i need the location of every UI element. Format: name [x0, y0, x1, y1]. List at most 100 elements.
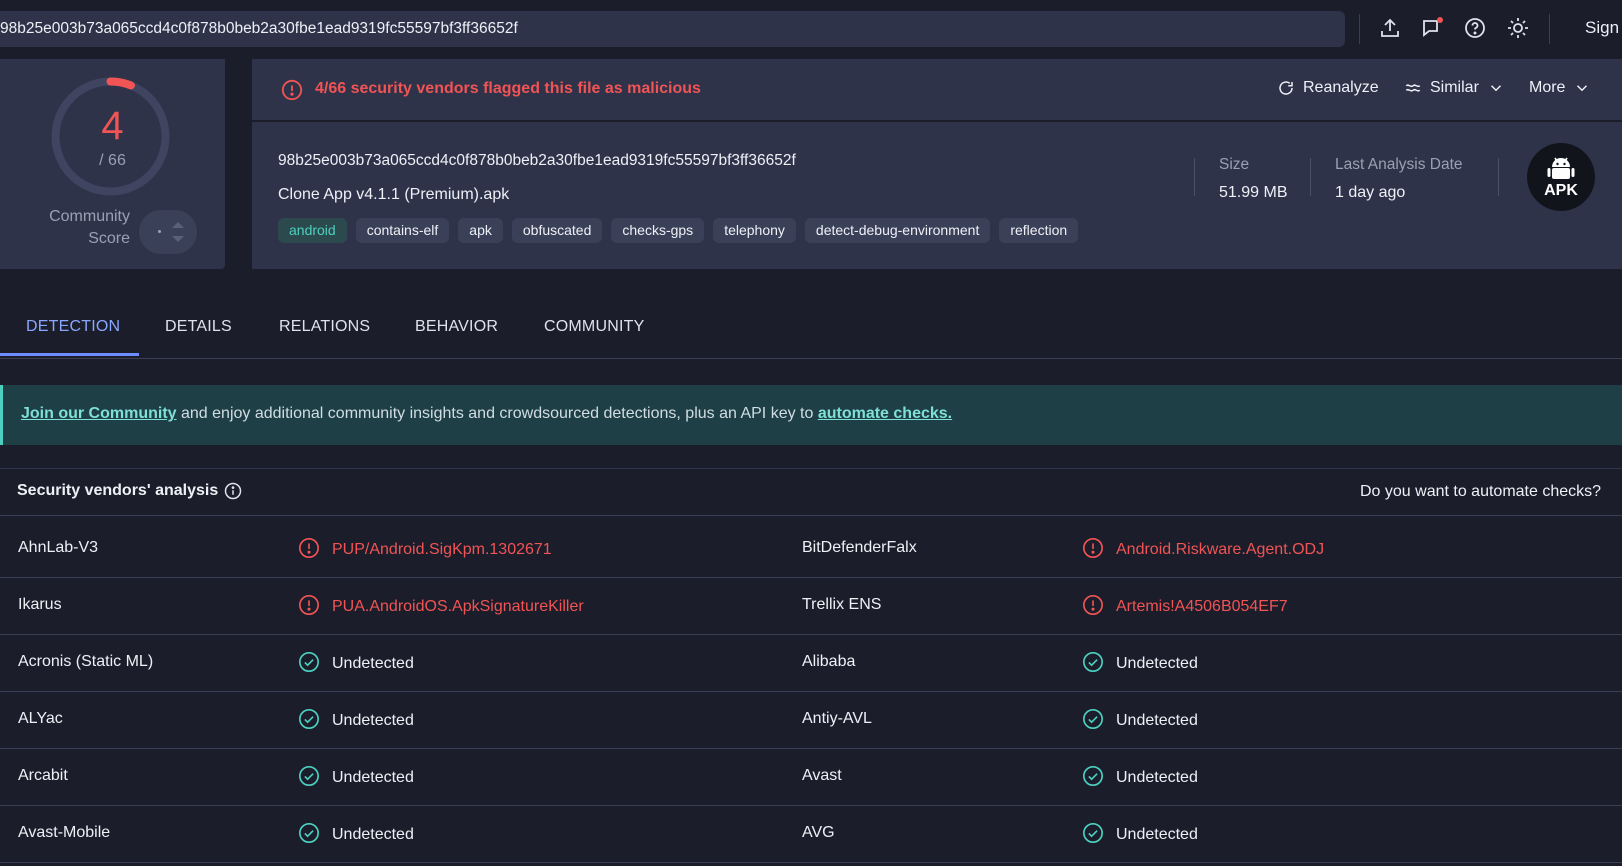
vendor-name: ALYac: [18, 710, 63, 727]
sign-in-link[interactable]: Sign: [1585, 18, 1619, 38]
active-tab-indicator: [0, 353, 139, 356]
vendor-name: Avast-Mobile: [18, 824, 111, 841]
tab-behavior[interactable]: BEHAVIOR: [415, 318, 498, 336]
tag-list: android contains-elf apk obfuscated chec…: [278, 218, 1079, 243]
table-row: Acronis (Static ML) Undetected Alibaba Unde…: [0, 635, 1622, 692]
score-dot: [158, 230, 161, 233]
community-vote-control[interactable]: [139, 210, 197, 254]
file-hash: 98b25e003b73a065ccd4c0f878b0beb2a30fbe1e…: [278, 152, 796, 169]
vendor-name: Arcabit: [18, 767, 68, 784]
vendor-result: Android.Riskware.Agent.ODJ: [1082, 538, 1325, 561]
file-name: Clone App v4.1.1 (Premium).apk: [278, 186, 510, 203]
table-row: AhnLab-V3 PUP/Android.SigKpm.1302671 BitDe…: [0, 521, 1622, 578]
tag[interactable]: checks-gps: [611, 218, 705, 243]
alert-icon: [298, 538, 320, 561]
vendor-result: Undetected: [1082, 823, 1198, 846]
tag[interactable]: contains-elf: [355, 218, 450, 243]
vendor-result: Undetected: [1082, 766, 1198, 789]
table-row: Avast-Mobile Undetected AVG Undetected: [0, 806, 1622, 863]
tag[interactable]: telephony: [713, 218, 796, 243]
search-input[interactable]: [0, 11, 1345, 47]
vendor-name: Acronis (Static ML): [18, 653, 154, 670]
table-row: Arcabit Undetected Avast Undetected: [0, 749, 1622, 806]
community-banner: Join our Community and enjoy additional …: [0, 385, 1622, 445]
alert-icon: [298, 595, 320, 618]
tag[interactable]: detect-debug-environment: [804, 218, 991, 243]
vendor-result-text: Undetected: [332, 769, 414, 786]
file-info-panel: 98b25e003b73a065ccd4c0f878b0beb2a30fbe1e…: [252, 122, 1622, 269]
more-button[interactable]: More: [1529, 79, 1591, 97]
tag[interactable]: reflection: [999, 218, 1079, 243]
file-type-badge: APK: [1527, 143, 1595, 211]
join-community-link[interactable]: Join our Community: [21, 405, 177, 422]
tab-community[interactable]: COMMUNITY: [544, 318, 644, 336]
downvote-icon[interactable]: [172, 236, 184, 242]
chevron-down-icon: [1490, 85, 1501, 92]
vendor-name: Avast: [802, 767, 842, 784]
vendor-result-text: PUP/Android.SigKpm.1302671: [332, 541, 552, 558]
alert-bar: 4/66 security vendors flagged this file …: [252, 59, 1622, 120]
banner-middle-text: and enjoy additional community insights …: [176, 405, 818, 422]
search-bar[interactable]: [0, 11, 1345, 47]
vendor-name: BitDefenderFalx: [802, 539, 917, 556]
table-row: Ikarus PUA.AndroidOS.ApkSignatureKiller Tr…: [0, 578, 1622, 635]
vendor-result-text: Android.Riskware.Agent.ODJ: [1116, 541, 1325, 558]
last-analysis-value: 1 day ago: [1335, 184, 1406, 201]
chevron-down-icon: [1577, 85, 1588, 92]
vendor-result-text: Undetected: [1116, 826, 1198, 843]
tag[interactable]: android: [278, 218, 347, 243]
vendor-name: Antiy-AVL: [802, 710, 872, 727]
vendor-result-text: Undetected: [1116, 655, 1198, 672]
upload-icon[interactable]: [1378, 16, 1402, 40]
check-circle-icon: [1082, 823, 1104, 846]
size-label: Size: [1219, 156, 1250, 173]
vendor-result: Undetected: [298, 709, 414, 732]
check-circle-icon: [1082, 709, 1104, 732]
vendor-result-text: Undetected: [1116, 712, 1198, 729]
check-circle-icon: [298, 823, 320, 846]
vendor-result: Undetected: [298, 766, 414, 789]
theme-icon[interactable]: [1506, 16, 1530, 40]
check-circle-icon: [1082, 652, 1104, 675]
reanalyze-button[interactable]: Reanalyze: [1277, 79, 1379, 97]
divider: [1194, 158, 1195, 196]
check-circle-icon: [1082, 766, 1104, 789]
divider: [1498, 158, 1499, 196]
info-icon[interactable]: [224, 482, 242, 500]
community-score-card: 4 / 66 Community Score: [0, 59, 225, 269]
vendor-result: Undetected: [298, 823, 414, 846]
similar-button[interactable]: Similar: [1404, 79, 1505, 97]
vendor-name: Alibaba: [802, 653, 856, 670]
check-circle-icon: [298, 766, 320, 789]
vendor-result: PUP/Android.SigKpm.1302671: [298, 538, 552, 561]
top-bar: Sign: [0, 0, 1622, 59]
help-icon[interactable]: [1463, 16, 1487, 40]
similar-icon: [1405, 84, 1421, 92]
malicious-alert-text: 4/66 security vendors flagged this file …: [315, 80, 701, 97]
divider: [1549, 14, 1550, 44]
tag[interactable]: apk: [458, 218, 503, 243]
vendor-result-text: Undetected: [332, 655, 414, 672]
check-circle-icon: [298, 652, 320, 675]
tab-details[interactable]: DETAILS: [165, 318, 232, 336]
chat-icon[interactable]: [1420, 16, 1444, 40]
banner-text: Join our Community and enjoy additional …: [21, 405, 952, 423]
vendor-name: AVG: [802, 824, 835, 841]
table-row: ALYac Undetected Antiy-AVL Undetected: [0, 692, 1622, 749]
automate-checks-link[interactable]: automate checks.: [818, 405, 952, 422]
more-label: More: [1529, 79, 1566, 96]
vendor-name: Ikarus: [18, 596, 62, 613]
upvote-icon[interactable]: [172, 222, 184, 228]
alert-icon: [1082, 595, 1104, 618]
tab-bar: DETECTION DETAILS RELATIONS BEHAVIOR COM…: [0, 296, 1622, 359]
vendors-title: Security vendors' analysis: [17, 482, 219, 499]
tab-detection[interactable]: DETECTION: [26, 318, 120, 336]
community-score-label: Community Score: [49, 208, 130, 247]
vendor-result: Undetected: [298, 652, 414, 675]
vendor-result-text: PUA.AndroidOS.ApkSignatureKiller: [332, 598, 584, 615]
automate-checks-prompt[interactable]: Do you want to automate checks?: [1360, 483, 1601, 501]
tag[interactable]: obfuscated: [511, 218, 603, 243]
vendor-result: PUA.AndroidOS.ApkSignatureKiller: [298, 595, 584, 618]
vendor-result-text: Artemis!A4506B054EF7: [1116, 598, 1288, 615]
tab-relations[interactable]: RELATIONS: [279, 318, 370, 336]
